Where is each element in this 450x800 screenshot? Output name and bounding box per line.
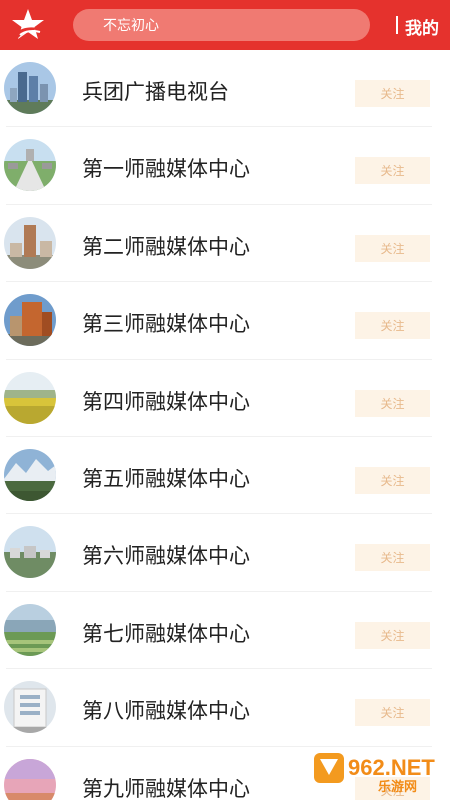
follow-button[interactable]: 关注 xyxy=(355,621,430,649)
follow-button[interactable]: 关注 xyxy=(355,466,430,494)
follow-button[interactable]: 关注 xyxy=(355,389,430,417)
channel-name: 第二师融媒体中心 xyxy=(82,235,250,259)
channel-avatar xyxy=(4,526,56,579)
channel-avatar xyxy=(4,294,56,347)
follow-button[interactable]: 关注 xyxy=(355,312,430,340)
follow-button[interactable]: 关注 xyxy=(355,699,430,727)
red-star-logo-icon[interactable] xyxy=(10,7,46,43)
header-divider xyxy=(396,16,398,34)
mine-link[interactable]: 我的 xyxy=(405,14,439,39)
channel-avatar xyxy=(4,371,56,424)
channel-name: 第四师融媒体中心 xyxy=(82,390,250,414)
channel-name: 第六师融媒体中心 xyxy=(82,545,250,569)
follow-button[interactable]: 关注 xyxy=(355,544,430,572)
follow-button[interactable]: 关注 xyxy=(355,157,430,185)
follow-button[interactable]: 关注 xyxy=(355,80,430,107)
watermark-logo: 962.NET 乐游网 xyxy=(312,745,444,795)
channel-name: 第一师融媒体中心 xyxy=(82,158,250,182)
channel-name: 兵团广播电视台 xyxy=(82,81,229,104)
watermark-sub-text: 乐游网 xyxy=(378,779,417,793)
list-item[interactable]: 第二师融媒体中心 关注 xyxy=(0,205,450,283)
list-item[interactable]: 兵团广播电视台 关注 xyxy=(0,50,450,128)
channel-list: 兵团广播电视台 关注 第一师融媒体中心 关注 第二师融媒体中心 关注 第三师融媒… xyxy=(0,50,450,800)
channel-name: 第五师融媒体中心 xyxy=(82,467,250,491)
list-item[interactable]: 第五师融媒体中心 关注 xyxy=(0,437,450,515)
channel-avatar xyxy=(4,448,56,501)
channel-avatar xyxy=(4,139,56,192)
channel-avatar xyxy=(4,216,56,269)
list-item[interactable]: 第七师融媒体中心 关注 xyxy=(0,592,450,670)
channel-avatar xyxy=(4,681,56,734)
channel-avatar xyxy=(4,62,56,114)
channel-name: 第八师融媒体中心 xyxy=(82,700,250,724)
channel-name: 第七师融媒体中心 xyxy=(82,622,250,646)
follow-button[interactable]: 关注 xyxy=(355,234,430,262)
list-item[interactable]: 第八师融媒体中心 关注 xyxy=(0,669,450,747)
list-item[interactable]: 第一师融媒体中心 关注 xyxy=(0,127,450,205)
channel-avatar xyxy=(4,758,56,800)
channel-name: 第三师融媒体中心 xyxy=(82,313,250,337)
watermark-brand-text: 962.NET xyxy=(348,755,435,780)
search-input[interactable]: 不忘初心 xyxy=(73,9,370,41)
list-item[interactable]: 第三师融媒体中心 关注 xyxy=(0,282,450,360)
channel-name: 第九师融媒体中心 xyxy=(82,777,250,800)
list-item[interactable]: 第四师融媒体中心 关注 xyxy=(0,360,450,437)
list-item[interactable]: 第六师融媒体中心 关注 xyxy=(0,514,450,592)
top-bar: 不忘初心 我的 xyxy=(0,0,450,50)
channel-avatar xyxy=(4,603,56,656)
